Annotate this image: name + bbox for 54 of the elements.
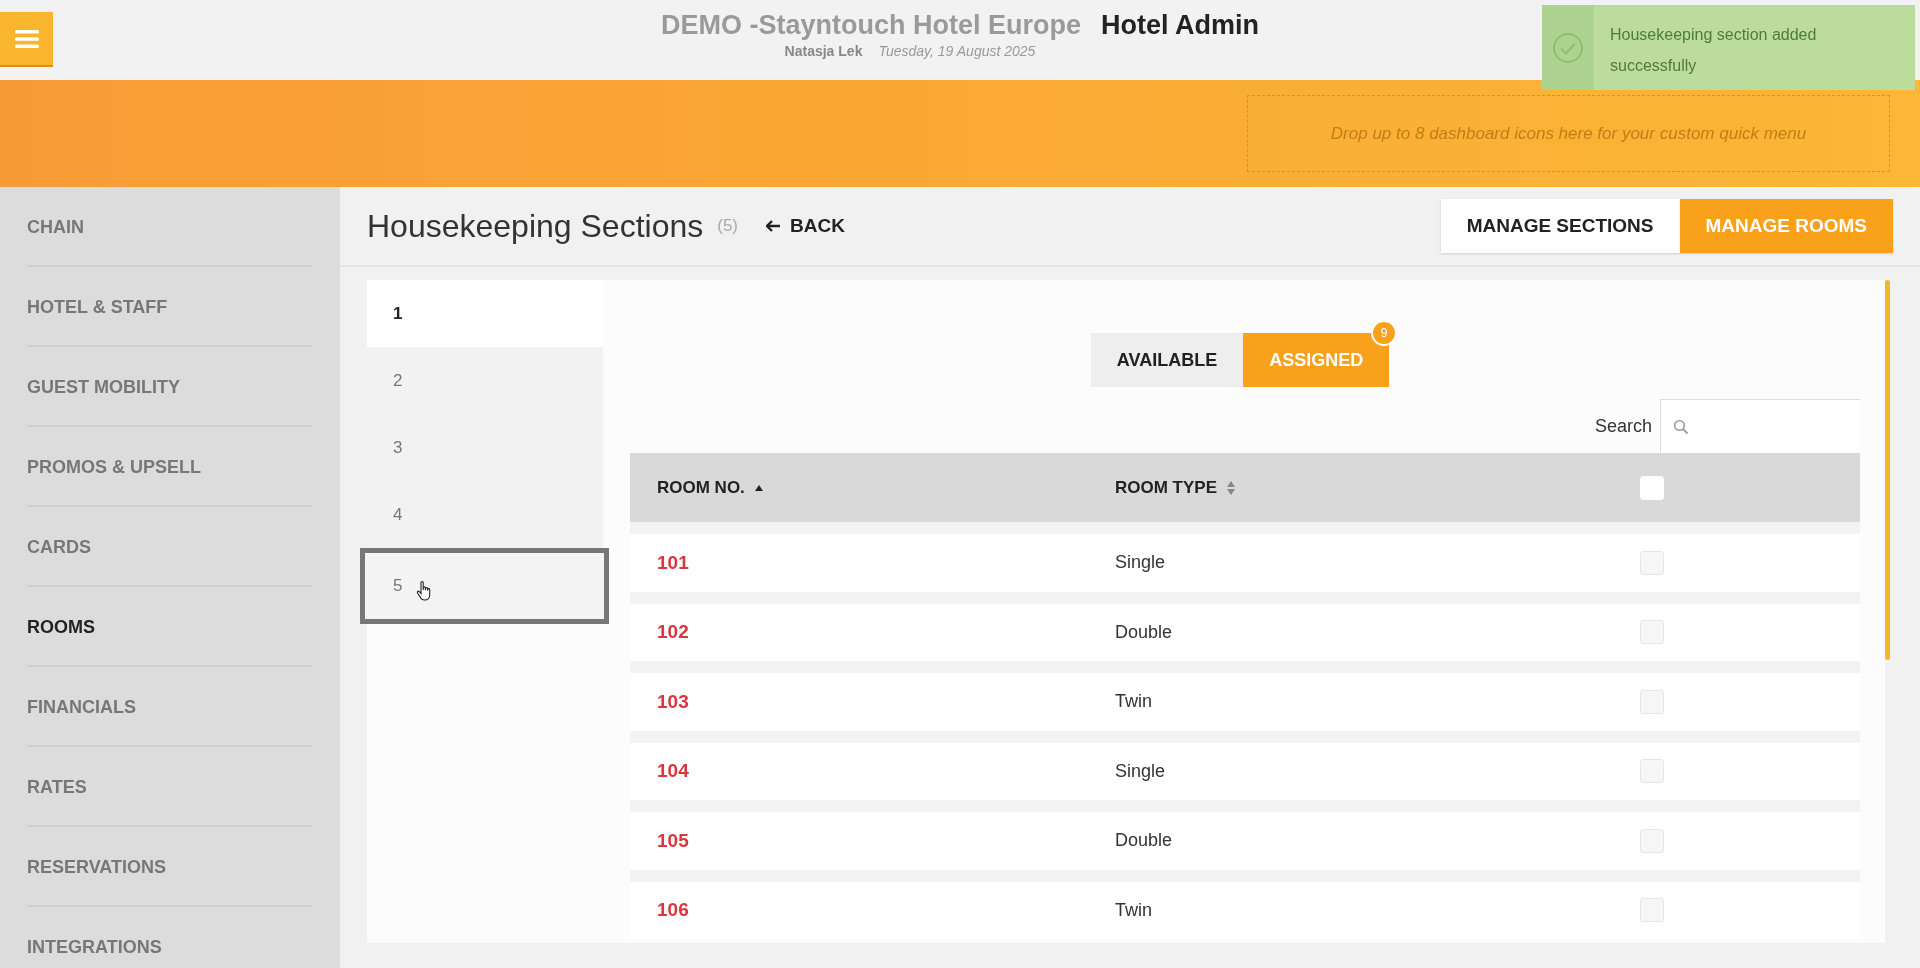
row-checkbox[interactable] [1640, 550, 1664, 575]
section-item[interactable]: 3 [367, 414, 603, 481]
date-text: Tuesday, 19 August 2025 [878, 43, 1036, 59]
row-checkbox[interactable] [1640, 620, 1664, 645]
room-number[interactable]: 105 [657, 829, 689, 852]
column-header[interactable]: ROOM TYPE [1115, 477, 1217, 498]
row-checkbox[interactable] [1640, 828, 1664, 853]
manage-button[interactable]: MANAGE SECTIONS [1440, 199, 1680, 253]
dropzone-hint: Drop up to 8 dashboard icons here for your custom quick menu [1330, 123, 1807, 144]
menu-button[interactable] [0, 12, 53, 65]
sidebar-item[interactable]: PROMOS & UPSELL [27, 427, 312, 507]
section-count: (5) [717, 216, 738, 236]
room-number[interactable]: 101 [657, 551, 689, 574]
row-checkbox[interactable] [1640, 759, 1664, 784]
sidebar-item[interactable]: RESERVATIONS [27, 827, 312, 907]
user-name: Natasja Lek [784, 43, 863, 59]
sidebar-item[interactable]: HOTEL & STAFF [27, 267, 312, 347]
page-title: Housekeeping Sections [367, 207, 704, 245]
sidebar-item[interactable]: GUEST MOBILITY [27, 347, 312, 427]
row-checkbox[interactable] [1640, 689, 1664, 714]
count-badge: 9 [1371, 320, 1398, 346]
select-all-checkbox[interactable] [1640, 475, 1664, 500]
section-item[interactable]: 5 [360, 548, 609, 624]
room-type: Double [1115, 621, 1173, 643]
room-number[interactable]: 103 [657, 690, 689, 713]
back-link[interactable]: BACK [766, 215, 845, 237]
sidebar-item[interactable]: CARDS [27, 507, 312, 587]
sidebar-item[interactable]: CHAIN [27, 187, 312, 267]
room-type: Single [1115, 760, 1166, 782]
room-number[interactable]: 106 [657, 899, 689, 922]
row-checkbox[interactable] [1640, 898, 1664, 923]
menu-icon [14, 28, 39, 49]
room-type: Single [1115, 552, 1166, 574]
room-number[interactable]: 104 [657, 760, 689, 783]
room-type: Twin [1115, 899, 1152, 921]
hotel-name: DEMO -Stayntouch Hotel Europe [661, 10, 1081, 41]
section-item[interactable]: 4 [367, 481, 603, 548]
sidebar-item[interactable]: FINANCIALS [27, 667, 312, 747]
sidebar-item[interactable]: INTEGRATIONS [27, 907, 312, 968]
toast-message: Housekeeping section added successfully [1609, 25, 1818, 76]
section-item[interactable]: 2 [367, 347, 603, 414]
filter-tab[interactable]: AVAILABLE [1090, 333, 1244, 387]
search-label: Search [1594, 415, 1652, 437]
column-header[interactable]: ROOM NO. [657, 477, 745, 498]
check-circle-icon [1552, 31, 1584, 64]
room-type: Double [1115, 830, 1173, 852]
search-field[interactable] [1660, 399, 1860, 453]
room-number[interactable]: 102 [657, 621, 689, 644]
app-title: Hotel Admin [1101, 10, 1259, 41]
search-icon [1673, 418, 1689, 435]
back-arrow-icon [766, 220, 780, 232]
room-type: Twin [1115, 691, 1152, 713]
scrollbar[interactable] [1885, 280, 1890, 660]
sidebar-item[interactable]: RATES [27, 747, 312, 827]
